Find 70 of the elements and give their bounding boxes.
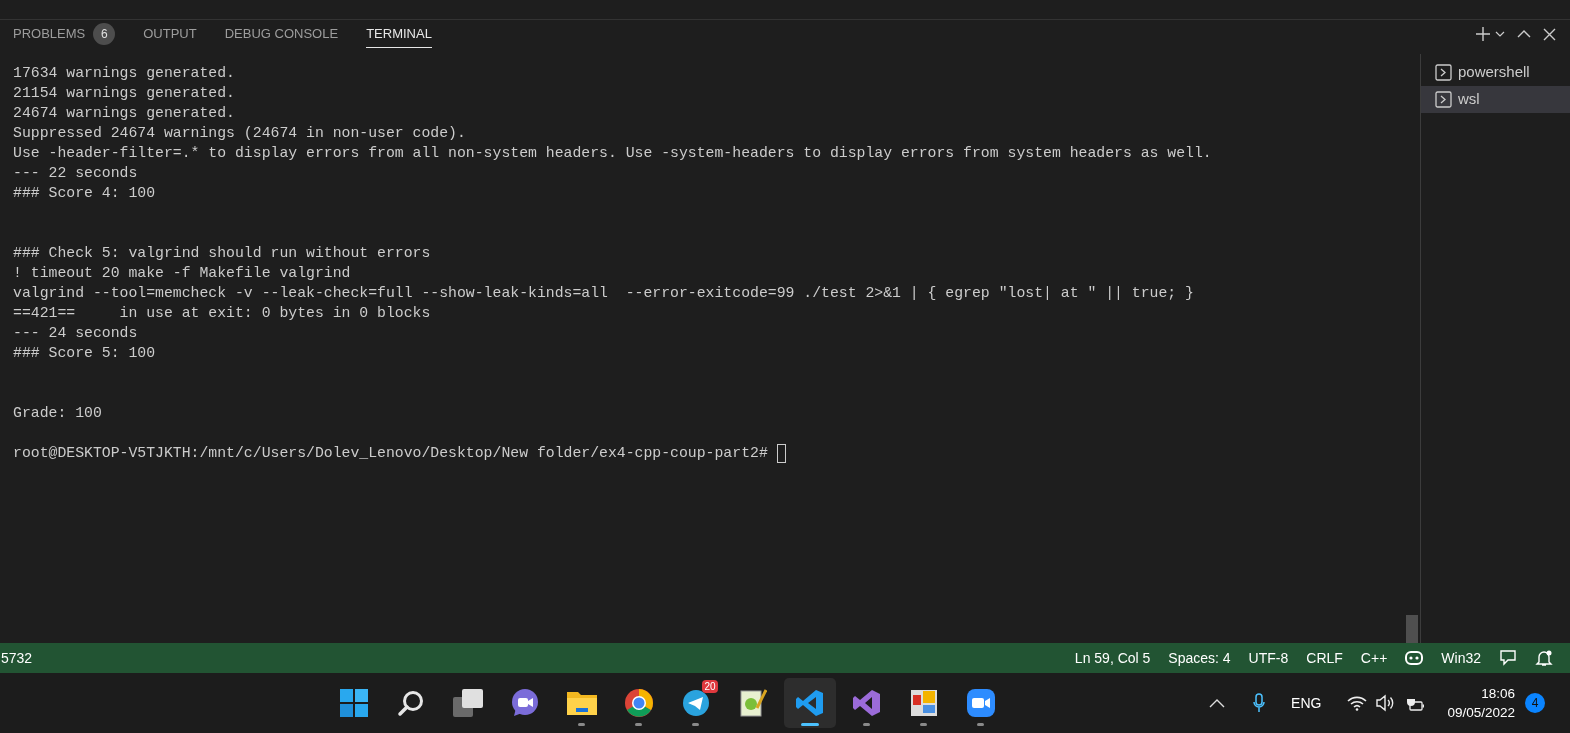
infinity-logo-icon[interactable] xyxy=(851,688,882,718)
terminal-name: wsl xyxy=(1458,89,1480,110)
terminal-line: 24674 warnings generated. xyxy=(13,104,235,123)
speaker-icon[interactable] xyxy=(1375,694,1396,712)
terminal-cursor xyxy=(776,443,786,463)
task-view-icon[interactable] xyxy=(451,688,484,718)
terminal-line: ### Check 5: valgrind should run without errors xyxy=(13,244,431,263)
count-badge: 6 xyxy=(93,22,116,45)
status-item[interactable]: Ln 59, Col 5 xyxy=(1065,647,1160,669)
status-item[interactable]: Spaces: 4 xyxy=(1159,647,1240,669)
video-chat-icon[interactable] xyxy=(509,688,540,718)
chrome-icon[interactable] xyxy=(623,688,654,718)
panel-tab[interactable]: OUTPUT xyxy=(143,20,197,48)
clock-date[interactable]: 09/05/2022 xyxy=(1447,703,1515,722)
running-indicator xyxy=(920,723,928,726)
terminal-line: ==421== in use at exit: 0 bytes in 0 blocks xyxy=(13,304,431,323)
status-item[interactable]: Win32 xyxy=(1432,647,1490,669)
close-icon[interactable] xyxy=(1543,27,1556,41)
notification-badge[interactable]: 4 xyxy=(1525,693,1545,713)
terminal-name: powershell xyxy=(1458,62,1530,83)
terminal-line: Use -header-filter=.* to display errors from all non-system headers. Use -system-headers to display errors from system headers as well. xyxy=(13,144,1212,163)
panel-tab[interactable]: TERMINAL xyxy=(366,20,432,48)
scrollbar-thumb xyxy=(1406,615,1418,643)
terminal-line: 17634 warnings generated. xyxy=(13,64,235,83)
terminal-line: Suppressed 24674 warnings (24674 in non-user code). xyxy=(13,124,466,143)
chevron-up-icon[interactable] xyxy=(1209,698,1226,708)
robot-icon[interactable] xyxy=(1405,650,1424,666)
notepad-icon[interactable] xyxy=(738,688,767,718)
terminal-line: ! timeout 20 make -f Makefile valgrind xyxy=(13,264,351,283)
terminal-line: valgrind --tool=memcheck -v --leak-check=full --show-leak-kinds=all --error-exitcode=99 ./test 2>&1 | { egrep "lost| at " || true; } xyxy=(13,284,1194,303)
paper-plane-icon[interactable] xyxy=(680,688,711,718)
terminal-line: 21154 warnings generated. xyxy=(13,84,235,103)
status-item[interactable]: CRLF xyxy=(1297,647,1352,669)
vscode-icon[interactable] xyxy=(794,688,825,718)
search-icon[interactable] xyxy=(396,689,425,717)
folder-icon[interactable] xyxy=(565,689,598,717)
chevron-down-icon[interactable] xyxy=(1495,30,1505,38)
terminal-line: ### Score 5: 100 xyxy=(13,344,156,363)
terminal-icon xyxy=(1435,91,1452,108)
running-indicator xyxy=(578,723,586,726)
status-item[interactable]: C++ xyxy=(1351,647,1397,669)
running-indicator xyxy=(635,723,643,726)
status-item[interactable]: 5732 xyxy=(1,647,33,669)
panel-tab[interactable]: DEBUG CONSOLE xyxy=(224,20,339,48)
running-indicator xyxy=(977,723,985,726)
feedback-icon[interactable] xyxy=(1499,649,1517,667)
count-badge: 20 xyxy=(702,680,718,693)
language-indicator[interactable]: ENG xyxy=(1291,692,1322,714)
plus-icon[interactable] xyxy=(1475,26,1491,42)
status-item[interactable]: UTF-8 xyxy=(1239,647,1298,669)
windows-logo-icon[interactable] xyxy=(338,688,369,718)
terminal-line: --- 22 seconds xyxy=(13,164,138,183)
running-indicator xyxy=(692,723,700,726)
terminal-prompt: root@DESKTOP-V5TJKTH:/mnt/c/Users/Dolev_Lenovo/Desktop/New folder/ex4-cpp-coup-part2# xyxy=(13,444,769,463)
terminal-list-item[interactable]: wsl xyxy=(1421,86,1570,113)
tiles-icon[interactable] xyxy=(909,689,938,717)
video-camera-icon[interactable] xyxy=(965,688,996,718)
running-indicator xyxy=(863,723,871,726)
terminal-list-item[interactable]: powershell xyxy=(1421,59,1570,86)
panel-tab[interactable]: PROBLEMS 6 xyxy=(13,20,116,48)
terminal-icon xyxy=(1435,64,1452,81)
wifi-icon[interactable] xyxy=(1347,695,1368,711)
microphone-icon[interactable] xyxy=(1253,693,1266,713)
terminal-line: --- 24 seconds xyxy=(13,324,138,343)
bell-icon[interactable] xyxy=(1535,649,1553,667)
terminal-line: ### Score 4: 100 xyxy=(13,184,156,203)
running-indicator xyxy=(800,723,819,726)
clock-time[interactable]: 18:06 xyxy=(1481,684,1515,703)
terminal-line: Grade: 100 xyxy=(13,404,102,423)
chevron-up-icon[interactable] xyxy=(1517,29,1531,39)
